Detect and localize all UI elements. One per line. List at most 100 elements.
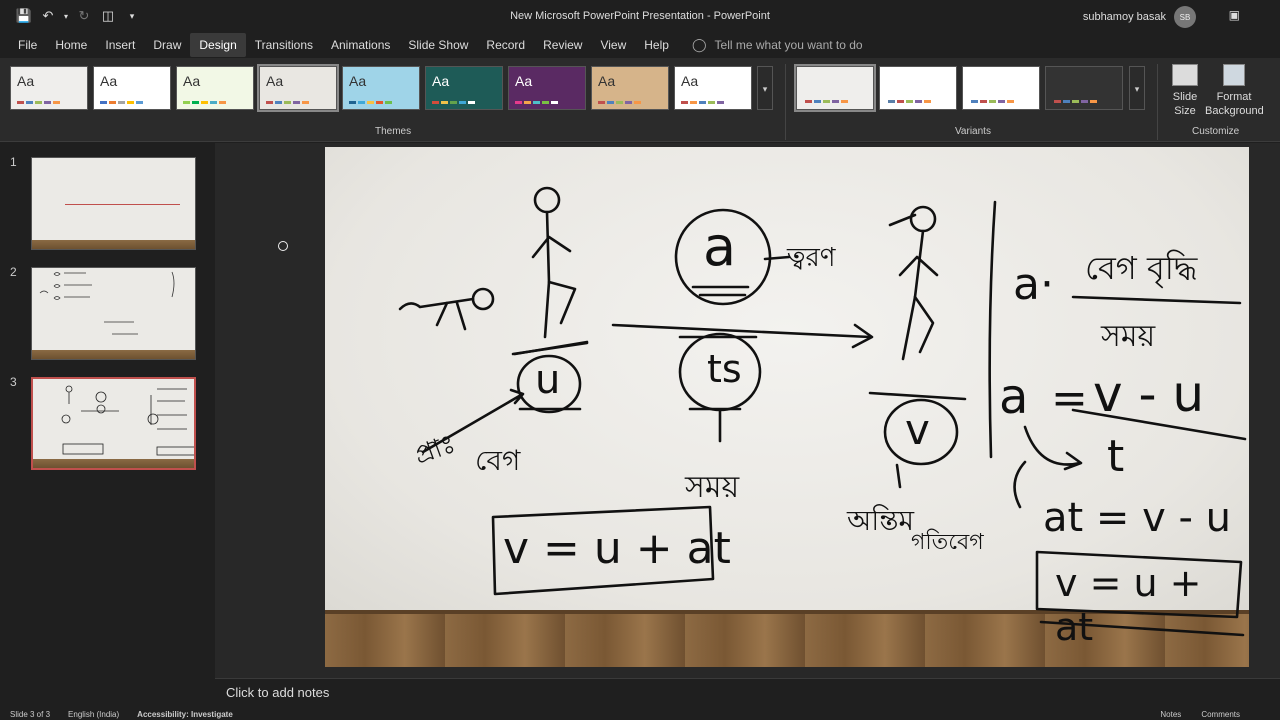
slide-canvas[interactable]: a ত্বরণ বেগ বৃদ্ধি a· সময় ts u a = v - … (325, 147, 1249, 667)
theme-aa-label: Aa (17, 73, 35, 89)
theme-aa-label: Aa (100, 73, 118, 89)
present-icon[interactable]: ◫ (98, 8, 118, 24)
theme-color-bars (515, 101, 558, 104)
variant-color-bars (971, 100, 1014, 103)
slide-thumbnail-2[interactable] (31, 267, 196, 360)
theme-thumbnail[interactable]: Aa (425, 66, 503, 110)
undo-dropdown-icon[interactable]: ▾ (62, 12, 70, 21)
slide-position: Slide 3 of 3 (10, 709, 51, 719)
theme-thumbnail[interactable]: Aa (10, 66, 88, 110)
tab-help[interactable]: Help (635, 33, 678, 57)
stick-figure-standing (513, 186, 589, 356)
definition-top: বেগ বৃদ্ধি (1085, 249, 1198, 287)
theme-thumbnail[interactable]: Aa (591, 66, 669, 110)
theme-thumbnail[interactable]: Aa (176, 66, 254, 110)
save-icon[interactable]: 💾 (14, 8, 34, 24)
customize-qat-icon[interactable]: ▾ (122, 11, 142, 22)
themes-group-label: Themes (375, 126, 412, 137)
user-account[interactable]: subhamoy basak SB (1083, 6, 1196, 28)
theme-color-bars (432, 101, 475, 104)
language[interactable]: English (India) (68, 710, 119, 719)
theme-thumbnail[interactable]: Aa (674, 66, 752, 110)
ribbon-separator (785, 64, 786, 140)
quick-access-toolbar: 💾 ↶ ▾ ↻ ◫ ▾ (0, 8, 142, 24)
format-background-button[interactable]: Format Background (1205, 64, 1264, 118)
notes-toggle[interactable]: Notes (1160, 710, 1181, 719)
accel-symbol: a (703, 215, 737, 278)
init-symbol: u (535, 357, 561, 403)
final-word-1: অন্তিম (847, 504, 915, 537)
theme-aa-label: Aa (183, 73, 201, 89)
variants-more-button[interactable]: ▾ (1129, 66, 1145, 110)
init-word-2: বেগ (475, 444, 521, 477)
tab-list: File Home Insert Draw Design Transitions Anima… (0, 33, 678, 57)
slide-size-button[interactable]: Slide Size (1166, 64, 1204, 118)
variants-gallery (794, 64, 1123, 112)
variant-color-bars (805, 100, 848, 103)
tab-transitions[interactable]: Transitions (246, 33, 322, 57)
tab-design[interactable]: Design (190, 33, 246, 57)
tab-draw[interactable]: Draw (144, 33, 190, 57)
variant-thumbnail[interactable] (794, 64, 876, 112)
accessibility-status[interactable]: Accessibility: Investigate (137, 710, 233, 719)
slide-size-label: Slide Size (1172, 91, 1198, 117)
tab-home[interactable]: Home (46, 33, 96, 57)
slide-number: 3 (10, 375, 17, 389)
variants-group-label: Variants (955, 126, 991, 137)
accel-word: ত্বরণ (787, 243, 836, 273)
theme-color-bars (598, 101, 641, 104)
theme-thumbnail[interactable]: Aa (508, 66, 586, 110)
theme-aa-label: Aa (681, 73, 699, 89)
tell-me-search[interactable]: ◯ Tell me what you want to do (692, 37, 863, 53)
slide-thumbnails-panel: 1 2 3 (0, 143, 215, 708)
accel-dot-symbol: a· (1013, 259, 1054, 310)
thumbnail-scribble (61, 385, 194, 456)
customize-group-label: Customize (1192, 126, 1240, 137)
comments-toggle[interactable]: Comments (1201, 710, 1240, 719)
theme-thumbnail[interactable]: Aa (257, 64, 339, 112)
stick-figure-moving (888, 205, 939, 361)
redo-icon[interactable]: ↻ (74, 8, 94, 24)
definition-bottom: সময় (1101, 319, 1156, 354)
format-background-icon (1223, 64, 1245, 86)
avatar[interactable]: SB (1174, 6, 1196, 28)
theme-thumbnail[interactable]: Aa (342, 66, 420, 110)
themes-more-button[interactable]: ▾ (757, 66, 773, 110)
user-name: subhamoy basak (1082, 11, 1166, 23)
theme-color-bars (349, 101, 392, 104)
theme-color-bars (681, 101, 724, 104)
theme-color-bars (100, 101, 143, 104)
undo-icon[interactable]: ↶ (38, 8, 58, 24)
tab-file[interactable]: File (9, 33, 46, 57)
format-background-label: Format Background (1205, 91, 1264, 117)
variant-thumbnail[interactable] (879, 66, 957, 110)
slide-number: 2 (10, 265, 17, 279)
theme-aa-label: Aa (349, 73, 367, 89)
theme-aa-label: Aa (432, 73, 450, 89)
thumbnail-scribble (39, 271, 175, 335)
tab-record[interactable]: Record (477, 33, 534, 57)
tab-review[interactable]: Review (534, 33, 591, 57)
slide-thumbnail-3[interactable] (31, 377, 196, 470)
design-ribbon: Aa Aa Aa Aa Aa Aa Aa Aa Aa ▾ Themes ▾ Variants S… (0, 58, 1280, 142)
ribbon-display-options-icon[interactable]: ▣ (1229, 8, 1240, 22)
notes-pane[interactable]: Click to add notes (215, 678, 1280, 708)
tell-me-input[interactable]: Tell me what you want to do (715, 38, 863, 52)
slide-thumbnail-1[interactable] (31, 157, 196, 250)
tab-view[interactable]: View (591, 33, 635, 57)
notes-placeholder[interactable]: Click to add notes (226, 685, 329, 700)
theme-color-bars (266, 101, 309, 104)
theme-aa-label: Aa (266, 73, 284, 89)
tab-slide-show[interactable]: Slide Show (399, 33, 477, 57)
variant-thumbnail[interactable] (962, 66, 1040, 110)
theme-thumbnail[interactable]: Aa (93, 66, 171, 110)
equals-sign: = (1051, 373, 1088, 424)
tab-animations[interactable]: Animations (322, 33, 399, 57)
tab-insert[interactable]: Insert (96, 33, 144, 57)
variant-color-bars (888, 100, 931, 103)
final-symbol: v (905, 405, 930, 454)
thumbnail-floor (32, 240, 195, 249)
lightbulb-icon: ◯ (691, 37, 707, 52)
slide-size-icon (1172, 64, 1198, 86)
variant-thumbnail[interactable] (1045, 66, 1123, 110)
